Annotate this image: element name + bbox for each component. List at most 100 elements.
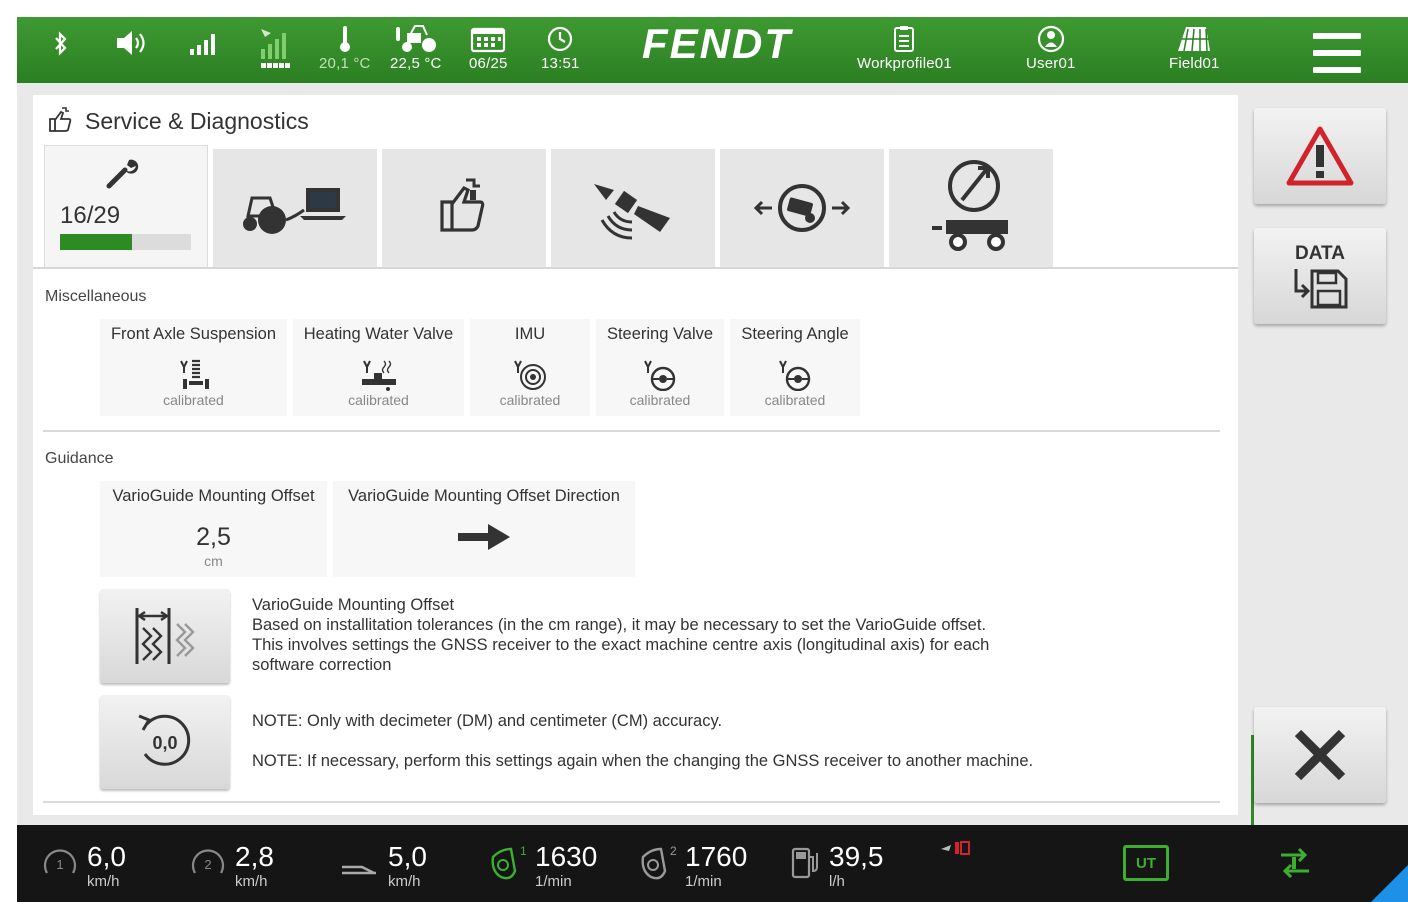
calibration-progress-fill [60,234,133,250]
card-status: calibrated [764,392,826,408]
date-display: 06/25 [469,25,508,72]
page-title: Service & Diagnostics [47,107,309,135]
trailer-compass-icon [932,160,1008,251]
tab-satellite[interactable] [551,149,715,267]
tab-calibration[interactable] [382,149,546,267]
card-front-axle-suspension[interactable]: Front Axle Suspension calibrated [100,319,287,416]
category-tabs: 16/29 [44,145,1238,268]
speed-2-unit: km/h [235,873,268,890]
arrow-right-icon [458,524,510,550]
user-label: User01 [1026,55,1076,72]
data-save-button[interactable]: DATA [1254,228,1386,324]
signal-icon [189,31,219,57]
tab-wrench[interactable]: 16/29 [44,145,208,268]
note-gnss-receiver: NOTE: If necessary, perform this setting… [252,752,1034,770]
field-button[interactable]: Field01 [1169,25,1220,72]
close-button[interactable] [1254,707,1386,803]
engine-temp-value: 22,5 °C [390,55,442,72]
wheel-slip-icon [342,865,376,875]
field-icon [1178,27,1211,52]
ut-label: UT [1136,854,1156,872]
card-imu[interactable]: IMU calibrated [470,319,590,416]
data-label: DATA [1295,243,1345,264]
clipboard-icon [894,26,915,52]
page-title-text: Service & Diagnostics [85,107,309,134]
axle-suspension-icon [179,359,209,389]
speed-1-unit: km/h [87,873,120,890]
card-status: calibrated [629,392,691,408]
user-button[interactable]: User01 [1026,25,1076,72]
workprofile-button[interactable]: Workprofile01 [857,25,952,72]
warning-triangle-icon [1286,126,1354,186]
corner-indicator-icon [1371,865,1408,902]
card-title: VarioGuide Mounting Offset [112,487,315,505]
speed-2-value: 2,8 [235,841,274,872]
main-panel: Service & Diagnostics 16/29 Miscellaneou… [33,95,1254,893]
clock-icon [548,26,573,52]
imu-icon [514,360,546,390]
offset-help-button[interactable] [100,589,230,683]
svg-text:2: 2 [670,844,677,858]
card-mounting-offset[interactable]: VarioGuide Mounting Offset 2,5 cm [100,481,327,577]
engine-rpm-2-icon: 2 [641,844,677,880]
hamburger-menu-icon[interactable] [1313,33,1361,73]
engine-temperature: 22,5 °C [390,25,442,72]
speedometer-2-icon: 2 [191,849,225,874]
info-text-line-1: Based on installitation tolerances (in t… [252,616,987,634]
speed-2: 2 2,8 km/h [189,843,274,890]
speed-3-value: 5,0 [388,841,427,872]
water-valve-icon [361,360,396,391]
offset-value: 2,5 [196,523,231,551]
tab-tractor-laptop[interactable] [213,149,377,267]
steering-wheel-icon [779,360,811,391]
reset-offset-button[interactable]: 0,0 [100,695,230,789]
rpm-1-value: 1630 [535,841,598,872]
tab-trailer-compass[interactable] [889,149,1053,267]
time-display: 13:51 [541,25,580,72]
fuel-consumption: 39,5 l/h [789,843,884,890]
outside-temperature: 20,1 °C [319,25,371,72]
svg-text:0,0: 0,0 [152,733,177,753]
card-title: VarioGuide Mounting Offset Direction [348,487,620,505]
calibration-progress-bar [60,234,191,250]
tab-vehicle-guidance[interactable] [720,149,884,267]
card-steering-valve[interactable]: Steering Valve calibrated [596,319,724,416]
engine-rpm-2: 2 1760 1/min [637,843,747,890]
calibration-count: 16/29 [60,202,121,229]
speed-1-value: 6,0 [87,841,126,872]
svg-text:1: 1 [56,857,63,872]
note-accuracy: NOTE: Only with decimeter (DM) and centi… [252,712,723,730]
calibration-hand-icon [440,178,485,232]
tractor-temp-icon [395,25,436,52]
thermometer-icon [339,26,350,52]
speaker-icon[interactable] [115,29,151,57]
card-mounting-offset-direction[interactable]: VarioGuide Mounting Offset Direction [333,481,635,577]
rpm-2-unit: 1/min [685,873,722,890]
wrench-icon [106,159,139,189]
fuel-value: 39,5 [829,841,884,872]
lane-offset-icon [135,608,195,664]
card-title: Front Axle Suspension [110,325,277,343]
speed-3: 5,0 km/h [338,843,427,890]
reset-icon: 0,0 [138,714,191,766]
svg-text:1: 1 [520,844,527,858]
calendar-icon [471,27,506,53]
tab-underline [33,267,1238,269]
gnss-signal-icon [257,25,293,69]
fuel-pump-icon [791,847,818,879]
terminal-screen: 20,1 °C 22,5 °C 06/25 13:51 FENDT Workpr… [17,17,1408,902]
status-bar: 20,1 °C 22,5 °C 06/25 13:51 FENDT Workpr… [17,17,1408,83]
card-title: Steering Valve [606,325,714,343]
save-disk-icon [1294,269,1348,309]
info-switch-icon[interactable] [1275,845,1315,881]
card-steering-angle[interactable]: Steering Angle calibrated [730,319,860,416]
rpm-1-unit: 1/min [535,873,572,890]
bottom-status-bar: 1 6,0 km/h 2 2,8 km/h 5,0 km/h 1 1630 1/min … [17,825,1408,902]
card-heating-water-valve[interactable]: Heating Water Valve calibrated [293,319,464,416]
offset-unit: cm [204,553,223,569]
vehicle-guidance-icon [753,184,851,232]
section-divider [43,801,1220,803]
universal-terminal-button[interactable]: UT [1123,845,1169,881]
fendt-logo: FENDT [642,25,791,65]
warning-button[interactable] [1254,108,1386,204]
